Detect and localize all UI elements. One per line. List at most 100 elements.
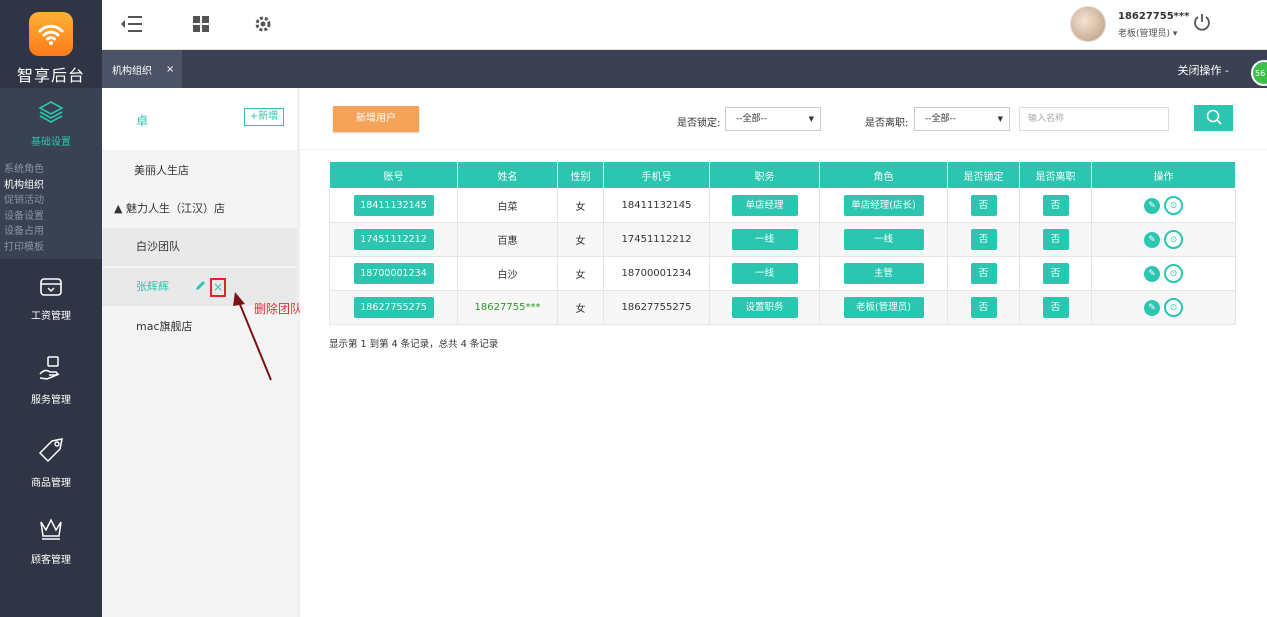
account-pill[interactable]: 18627755275 — [353, 297, 434, 318]
table-row: 18700001234 白沙 女 18700001234 一线 主管 否 否 ✎… — [329, 256, 1236, 291]
edit-icon[interactable]: ✎ — [1144, 231, 1160, 248]
cell-name: 白沙 — [457, 256, 558, 291]
position-pill[interactable]: 一线 — [731, 263, 798, 284]
search-input[interactable]: 输入名称 — [1019, 107, 1169, 131]
edit-icon[interactable]: ✎ — [1144, 197, 1160, 214]
lock-icon[interactable]: ⊙ — [1164, 298, 1183, 317]
locked-pill[interactable]: 否 — [970, 195, 997, 216]
search-button[interactable] — [1194, 105, 1233, 131]
locked-filter-select[interactable]: --全部-- ▼ — [725, 107, 821, 131]
account-pill[interactable]: 18700001234 — [353, 263, 434, 284]
col-locked[interactable]: 是否锁定 — [947, 161, 1020, 189]
col-name[interactable]: 姓名 — [457, 161, 558, 189]
select-value: --全部-- — [736, 114, 767, 124]
grid-icon[interactable] — [192, 14, 210, 38]
locked-pill[interactable]: 否 — [970, 229, 997, 250]
top-header: 18627755*** 老板(管理员) ▾ — [102, 0, 1267, 50]
role-pill[interactable]: 单店经理(店长) — [843, 195, 924, 216]
wifi-logo-icon — [29, 12, 73, 56]
col-role[interactable]: 角色 — [819, 161, 948, 189]
nav-customers[interactable]: 顾客管理 — [0, 503, 102, 579]
subnav-item-print-templates[interactable]: 打印模板 — [0, 240, 102, 256]
tab-organization[interactable]: 机构组织 × — [102, 50, 182, 88]
delete-team-icon[interactable]: × — [210, 278, 226, 297]
col-phone[interactable]: 手机号 — [603, 161, 710, 189]
cell-actions: ✎ ⊙ — [1091, 188, 1236, 223]
table-row: 18627755275 18627755*** 女 18627755275 设置… — [329, 290, 1236, 325]
users-table: 账号 姓名 性别 手机号 职务 角色 是否锁定 是否离职 操作 18411132… — [329, 161, 1236, 325]
locked-pill[interactable]: 否 — [970, 263, 997, 284]
lock-icon[interactable]: ⊙ — [1164, 264, 1183, 283]
tree-node[interactable]: ▲ 魅力人生（江汉）店 — [102, 190, 297, 228]
subnav-item-system-roles[interactable]: 系统角色 — [0, 162, 102, 178]
tab-close-icon[interactable]: × — [166, 64, 174, 75]
notification-badge[interactable]: 56 — [1251, 60, 1267, 86]
tree-node-label: 张辉辉 — [136, 280, 169, 293]
tree-node[interactable]: 白沙团队 — [102, 228, 297, 266]
users-table-wrapper: 账号 姓名 性别 手机号 职务 角色 是否锁定 是否离职 操作 18411132… — [329, 161, 1236, 325]
cell-gender: 女 — [557, 222, 604, 257]
locked-pill[interactable]: 否 — [970, 297, 997, 318]
resigned-pill[interactable]: 否 — [1042, 195, 1069, 216]
resigned-pill[interactable]: 否 — [1042, 263, 1069, 284]
subnav-item-promotions[interactable]: 促销活动 — [0, 193, 102, 209]
subnav-item-device-usage[interactable]: 设备占用 — [0, 224, 102, 240]
tree-title: 卓 — [136, 114, 149, 128]
gear-icon[interactable] — [253, 14, 273, 39]
account-pill[interactable]: 17451112212 — [353, 229, 434, 250]
crown-icon — [37, 516, 65, 545]
nav-label: 服务管理 — [31, 395, 71, 406]
subnav-item-device-settings[interactable]: 设备设置 — [0, 209, 102, 225]
close-operations-menu[interactable]: 关闭操作 - — [1178, 62, 1229, 78]
cell-name: 白菜 — [457, 188, 558, 223]
cell-gender: 女 — [557, 188, 604, 223]
resigned-pill[interactable]: 否 — [1042, 229, 1069, 250]
cell-name: 百惠 — [457, 222, 558, 257]
col-position[interactable]: 职务 — [709, 161, 820, 189]
role-pill[interactable]: 老板(管理员) — [843, 297, 924, 318]
position-pill[interactable]: 设置职务 — [731, 297, 798, 318]
cell-actions: ✎ ⊙ — [1091, 222, 1236, 257]
tree-node[interactable]: 美丽人生店 — [102, 152, 297, 190]
lock-icon[interactable]: ⊙ — [1164, 230, 1183, 249]
brand-name: 智享后台 — [16, 66, 85, 85]
nav-service[interactable]: 服务管理 — [0, 339, 102, 421]
hand-service-icon — [37, 354, 65, 385]
user-menu[interactable]: 18627755*** 老板(管理员) ▾ — [1070, 6, 1250, 44]
tab-label: 机构组织 — [112, 65, 152, 77]
pencil-icon[interactable] — [195, 268, 206, 306]
add-node-button[interactable]: +新增 — [244, 108, 284, 126]
nav-products[interactable]: 商品管理 — [0, 421, 102, 503]
role-pill[interactable]: 一线 — [843, 229, 924, 250]
nav-basic-settings[interactable]: 基础设置 — [0, 88, 102, 160]
resigned-filter-label: 是否离职: — [865, 118, 909, 129]
tabs-bar: 机构组织 × 关闭操作 - 56 — [102, 50, 1267, 88]
user-role[interactable]: 老板(管理员) ▾ — [1118, 26, 1177, 39]
position-pill[interactable]: 单店经理 — [731, 195, 798, 216]
nav-salary[interactable]: 工资管理 — [0, 259, 102, 339]
logo: 智享后台 — [0, 0, 102, 88]
subnav-item-organization[interactable]: 机构组织 — [0, 178, 102, 194]
new-user-button[interactable]: 新增用户 — [333, 106, 419, 132]
cell-phone: 18700001234 — [603, 256, 710, 291]
table-row: 17451112212 百惠 女 17451112212 一线 一线 否 否 ✎… — [329, 222, 1236, 257]
resigned-pill[interactable]: 否 — [1042, 297, 1069, 318]
locked-filter-label: 是否锁定: — [677, 118, 721, 129]
avatar[interactable] — [1070, 6, 1106, 42]
account-pill[interactable]: 18411132145 — [353, 195, 434, 216]
cell-phone: 17451112212 — [603, 222, 710, 257]
power-icon[interactable] — [1192, 12, 1212, 37]
edit-icon[interactable]: ✎ — [1144, 265, 1160, 282]
nav-label: 顾客管理 — [31, 555, 71, 566]
lock-icon[interactable]: ⊙ — [1164, 196, 1183, 215]
position-pill[interactable]: 一线 — [731, 229, 798, 250]
edit-icon[interactable]: ✎ — [1144, 299, 1160, 316]
col-resigned[interactable]: 是否离职 — [1019, 161, 1092, 189]
main-content: 新增用户 是否锁定: --全部-- ▼ 是否离职: --全部-- ▼ 输入名称 … — [300, 88, 1267, 617]
search-icon — [1205, 108, 1223, 129]
col-account[interactable]: 账号 — [329, 161, 458, 189]
menu-collapse-icon[interactable] — [120, 14, 144, 39]
resigned-filter-select[interactable]: --全部-- ▼ — [914, 107, 1010, 131]
role-pill[interactable]: 主管 — [843, 263, 924, 284]
col-gender[interactable]: 性别 — [557, 161, 604, 189]
